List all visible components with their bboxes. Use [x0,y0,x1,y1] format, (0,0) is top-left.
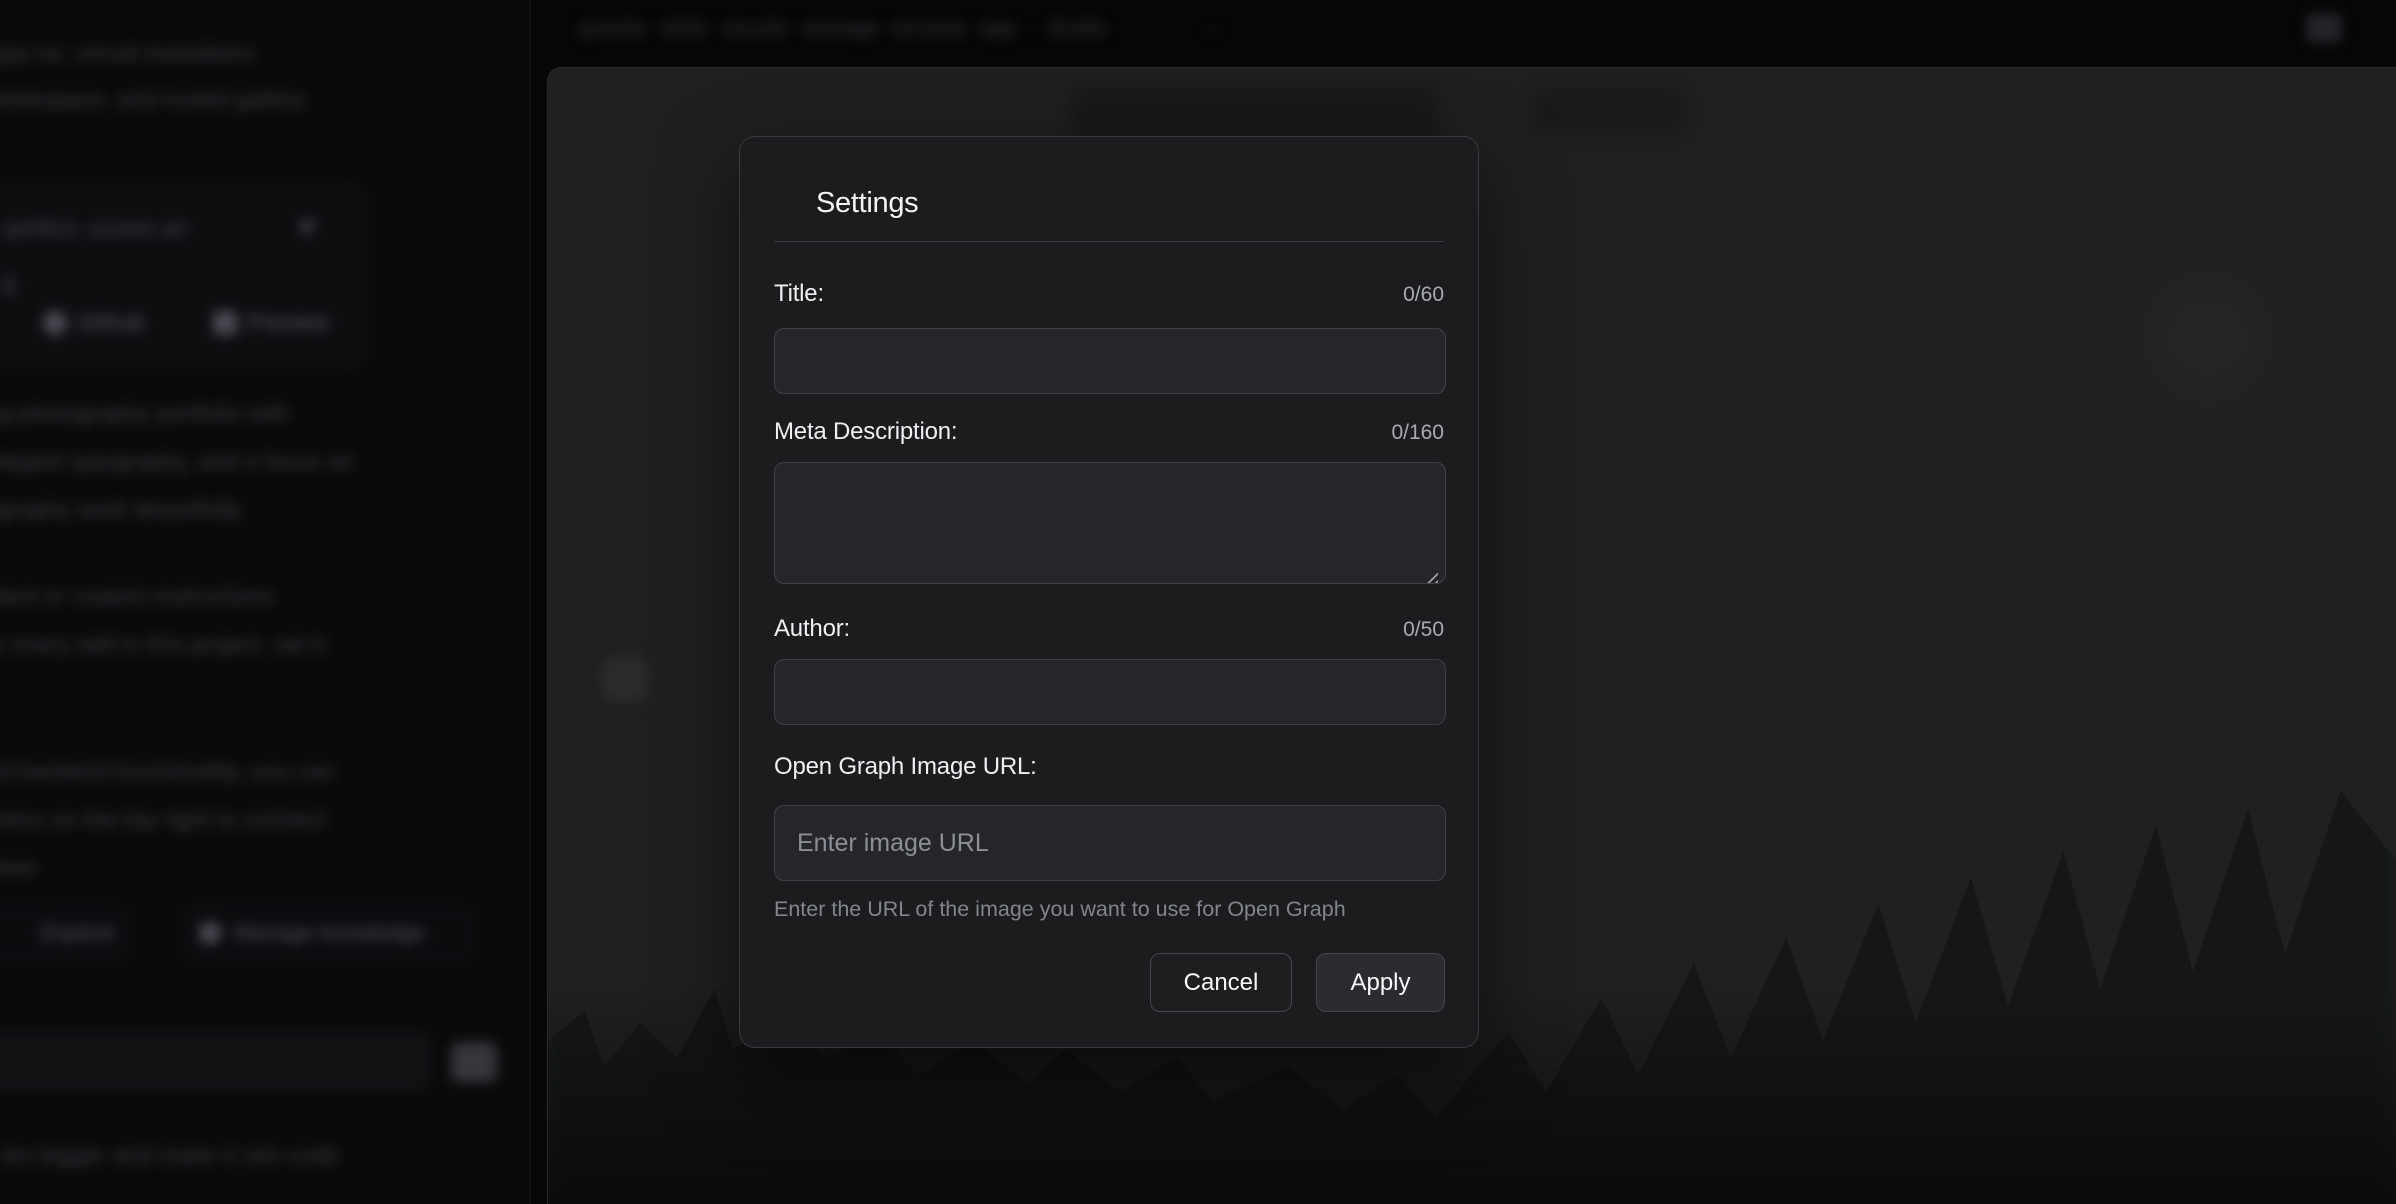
context-card-text: g [3,269,16,296]
preview-widget-blob [603,658,647,700]
og-image-url-label: Open Graph Image URL: [774,753,1037,781]
eye-icon [213,311,237,335]
author-counter: 0/50 [1403,618,1444,642]
chat-text: to every edit in this project, set it [0,631,326,658]
github-icon [43,311,67,335]
preview-glow [2138,268,2278,408]
title-counter: 0/60 [1403,283,1444,307]
breadcrumb: granite skills visuals manage torrents a… [580,17,1107,41]
app-menu-icon[interactable] [2306,13,2342,43]
app-screen: granite skills visuals manage torrents a… [0,0,2396,1204]
chat-text: elegant typography, and a focus on [0,448,354,475]
chat-sidebar: typo no. circuit transitions whitespace,… [0,0,531,1204]
cancel-button[interactable]: Cancel [1150,953,1292,1012]
manage-knowledge-button[interactable]: Manage knowledge [183,908,474,958]
title-input[interactable] [774,328,1446,394]
title-label: Title: [774,280,824,308]
meta-description-counter: 0/160 [1391,421,1444,445]
chat-text: ng photography portfolio with [0,400,290,427]
preview-button[interactable]: Preview [213,309,329,336]
context-card: perfect, scores an ✕ g Github Preview [0,186,366,366]
meta-description-label: Meta Description: [774,418,957,446]
author-input[interactable] [774,659,1446,725]
chat-input[interactable] [0,1032,430,1090]
og-image-url-input[interactable] [774,805,1446,881]
og-helper-text: Enter the URL of the image you want to u… [774,897,1346,922]
chat-text: whitespace, and muted gallery [0,86,305,113]
send-button[interactable] [451,1042,497,1082]
chat-text: ed backend functionality, you can [0,758,334,785]
chat-text: ography work beautifully [0,496,241,523]
chat-text: ntext or custom instructions [0,583,274,610]
close-icon[interactable]: ✕ [297,213,317,242]
chat-text: typo no. circuit transitions [0,40,254,67]
divider [774,241,1444,242]
chat-text: menu on the top right to connect [0,806,325,833]
apply-button[interactable]: Apply [1316,953,1445,1012]
meta-description-textarea[interactable] [774,462,1446,584]
context-card-text: perfect, scores an [5,215,188,242]
dialog-title: Settings [816,187,918,220]
chevron-down-icon[interactable]: ⌄ [1205,15,1222,40]
book-icon [200,923,220,943]
preview-header-blob [1533,88,1683,132]
chat-text: base [0,854,37,881]
author-label: Author: [774,615,850,643]
explore-button[interactable]: Explore [0,908,130,958]
github-button[interactable]: Github [43,309,145,336]
suggestion-text: tes bigger and make it rain code [2,1142,339,1169]
settings-dialog: Settings Title: 0/60 Meta Description: 0… [739,136,1479,1048]
